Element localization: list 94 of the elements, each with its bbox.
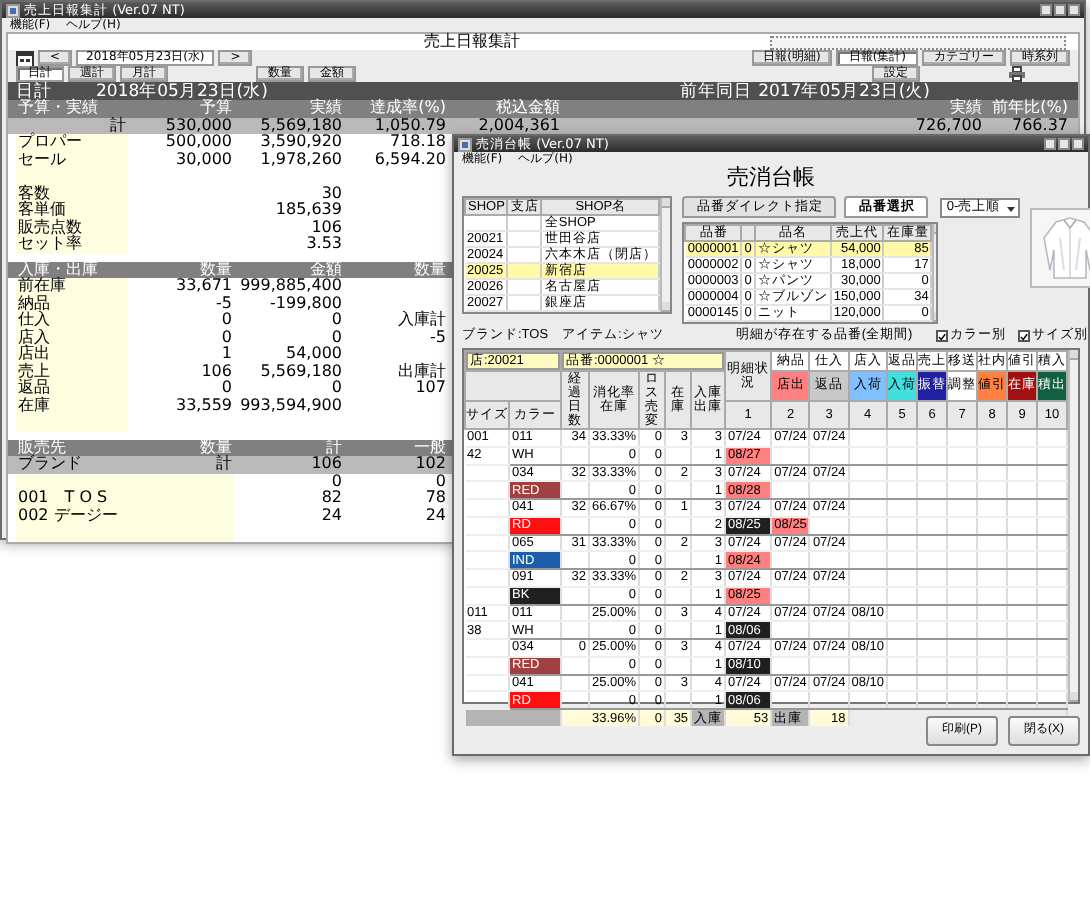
table-cell-text: 107: [413, 380, 448, 397]
table-cell-text: 24: [423, 507, 448, 524]
column-header: 予算・実績: [16, 100, 100, 117]
column-header: 数量: [198, 439, 234, 455]
table-cell: セット率: [16, 236, 128, 253]
table-cell-text: 5,569,180: [258, 363, 344, 380]
column-header: 達成率(%): [368, 100, 448, 117]
scrollbar[interactable]: [932, 224, 937, 322]
column-header: 前年比(%): [990, 100, 1070, 117]
table-cell-text: 0: [329, 329, 344, 346]
table-cell-text: 106: [199, 363, 234, 380]
maximize-button[interactable]: [1054, 4, 1066, 16]
previous-year-label: 前年同日: [680, 79, 753, 103]
table-cell: プロパー: [16, 134, 128, 151]
table-cell-text: 0: [219, 312, 234, 329]
minimize-button[interactable]: [1044, 138, 1056, 150]
table-cell: 仕入: [16, 312, 128, 329]
table-cell-text: 0: [329, 473, 344, 490]
minimize-button[interactable]: [1040, 4, 1052, 16]
date-label: 2018年05月23日(水): [96, 79, 268, 101]
table-cell-text: 入庫計: [396, 312, 448, 329]
column-header: 販売先: [16, 439, 68, 455]
table-cell: 001 T O S: [16, 490, 128, 507]
table-cell-text: ブランド: [16, 456, 84, 473]
checkmark-icon: [1020, 331, 1029, 341]
column-header: 計: [324, 439, 344, 456]
table-cell-text: 0: [329, 312, 344, 329]
table-cell: 前在庫: [16, 278, 128, 295]
input-field[interactable]: [770, 35, 1066, 49]
table-cell-text: 30,000: [174, 151, 234, 168]
window-heading: 売消台帳: [727, 166, 815, 192]
scrollbar[interactable]: [1068, 350, 1078, 702]
table-cell-text: 185,639: [273, 202, 344, 219]
table-cell-text: 82: [319, 490, 344, 507]
table-cell-text: 102: [413, 456, 448, 473]
table-cell-text: 24: [319, 507, 344, 524]
table-cell-text: 1: [219, 346, 234, 363]
table-cell-text: -5: [214, 295, 234, 312]
table-cell-text: -199,800: [268, 295, 344, 312]
period-label: 日計: [16, 79, 52, 101]
table-cell-text: 0: [219, 329, 234, 346]
table-cell-text: 6,594.20: [372, 151, 448, 168]
table-cell-text: 2,004,361: [476, 117, 562, 134]
table-cell-text: 計: [214, 456, 234, 473]
table-cell-text: 計: [108, 117, 128, 134]
column-header: 実績: [948, 100, 984, 117]
table-cell-text: 0: [329, 380, 344, 397]
column-header: 税込金額: [494, 100, 562, 117]
table-cell-text: 33,671: [174, 278, 234, 295]
checkmark-icon: [938, 331, 947, 341]
calendar-icon[interactable]: [16, 49, 34, 67]
table-cell-text: 78: [423, 490, 448, 507]
table-cell-text: 999,885,400: [238, 278, 344, 295]
table-cell-text: 5,569,180: [258, 117, 344, 134]
table-cell-text: 出庫計: [396, 363, 448, 380]
table-cell-text: 3,590,920: [258, 134, 344, 151]
close-button[interactable]: [1072, 138, 1084, 150]
app-icon: [6, 3, 20, 17]
table-cell: 販売点数: [16, 219, 128, 236]
table-cell-text: 766.37: [1010, 117, 1070, 134]
scrollbar[interactable]: [660, 198, 671, 312]
date-label: 2017年05月23日(火): [758, 79, 930, 103]
maximize-button[interactable]: [1058, 138, 1070, 150]
app-icon: [458, 137, 472, 151]
report-title: 売上日報集計: [424, 34, 520, 50]
table-cell-text: -5: [428, 329, 448, 346]
column-header: 予算: [198, 100, 234, 117]
table-cell-text: 106: [309, 219, 344, 236]
table-cell-text: 54,000: [284, 346, 344, 363]
table-cell-text: 993,594,900: [238, 397, 344, 414]
table-cell-text: 33,559: [174, 397, 234, 414]
printer-icon[interactable]: [1008, 66, 1026, 82]
table-cell: 納品: [16, 295, 128, 312]
table-cell-text: 530,000: [163, 117, 234, 134]
table-cell-text: 500,000: [163, 134, 234, 151]
table-cell-text: 726,700: [913, 117, 984, 134]
table-cell-text: 3.53: [304, 236, 344, 253]
table-cell: 店出: [16, 346, 128, 363]
column-header: 実績: [308, 100, 344, 117]
column-header: 金額: [308, 261, 344, 278]
column-header: 数量: [412, 261, 448, 278]
column-header: 数量: [198, 261, 234, 278]
table-cell-text: 718.18: [388, 134, 448, 151]
column-header: [741, 225, 755, 241]
column-header: 一般: [412, 439, 448, 456]
table-cell-text: 30: [319, 185, 344, 202]
table-cell: 返品: [16, 380, 128, 397]
table-cell-text: 106: [309, 456, 344, 473]
table-cell-text: 1,050.79: [372, 117, 448, 134]
table-cell-text: 1,978,260: [258, 151, 344, 168]
table-cell: 客単価: [16, 202, 128, 219]
close-button[interactable]: [1068, 4, 1080, 16]
table-cell-text: 0: [219, 380, 234, 397]
table-cell-text: 0: [433, 473, 448, 490]
